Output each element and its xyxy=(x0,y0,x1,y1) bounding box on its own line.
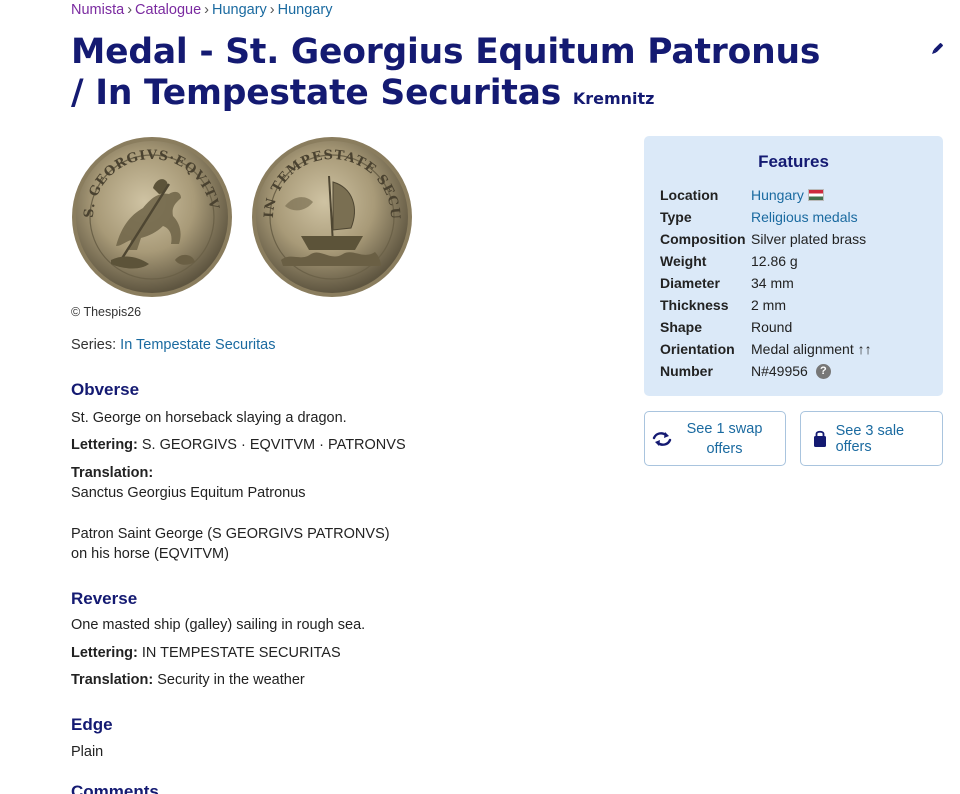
feature-key: Composition xyxy=(660,231,746,247)
feature-key: Diameter xyxy=(660,275,720,291)
breadcrumb: Numista › Catalogue › Hungary › Hungary xyxy=(71,2,332,18)
reverse-description: One masted ship (galley) sailing in roug… xyxy=(71,617,366,633)
swap-offers-line2[interactable]: offers xyxy=(706,441,742,457)
feature-row-type: Type Religious medals xyxy=(660,207,858,227)
breadcrumb-separator: › xyxy=(269,2,275,18)
edge-heading: Edge xyxy=(71,715,113,734)
feature-key: Thickness xyxy=(660,297,729,313)
reverse-lettering: Lettering: IN TEMPESTATE SECURITAS xyxy=(71,643,591,663)
obverse-note-line2: on his horse (EQVITVM) xyxy=(71,546,229,562)
breadcrumb-catalogue-link[interactable]: Catalogue xyxy=(135,2,201,18)
swap-icon xyxy=(652,429,672,449)
swap-offers-button[interactable]: See 1 swap offers xyxy=(644,411,786,466)
breadcrumb-issuer-link[interactable]: Hungary xyxy=(278,2,333,18)
feature-key: Shape xyxy=(660,319,703,335)
feature-key: Weight xyxy=(660,253,707,269)
breadcrumb-separator: › xyxy=(204,2,209,18)
coin-images: S. GEORGIVS·EQVITVM·PATRONVS IN TEMPESTA… xyxy=(71,136,416,298)
reverse-lettering-value: IN TEMPESTATE SECURITAS xyxy=(141,645,341,661)
obverse-coin-image[interactable]: S. GEORGIVS·EQVITVM·PATRONVS xyxy=(71,136,232,297)
reverse-translation-value: Security in the weather xyxy=(157,672,305,688)
feature-value-type-link[interactable]: Religious medals xyxy=(751,207,858,227)
features-heading: Features xyxy=(758,152,829,171)
edit-pen-icon[interactable] xyxy=(929,41,945,57)
feature-value-text[interactable]: Hungary xyxy=(751,185,804,205)
breadcrumb-separator: › xyxy=(127,2,133,18)
series-label: Series: xyxy=(71,337,117,353)
feature-value: 12.86 g xyxy=(751,253,798,269)
sale-offers-button[interactable]: See 3 sale offers xyxy=(800,411,943,466)
reverse-translation: Translation: Security in the weather xyxy=(71,670,591,690)
reverse-translation-label: Translation: xyxy=(71,672,154,688)
reverse-lettering-label: Lettering: xyxy=(71,645,138,661)
obverse-translation-label-text: Translation: xyxy=(71,465,154,481)
help-icon[interactable]: ? xyxy=(815,363,831,379)
feature-row-composition: Composition Silver plated brass xyxy=(660,229,866,249)
feature-value: N#49956 xyxy=(751,363,808,379)
feature-value: Round xyxy=(751,319,793,335)
feature-key: Number xyxy=(660,363,713,379)
obverse-description: St. George on horseback slaying a dragon… xyxy=(71,410,347,426)
obverse-note-line1: Patron Saint George (S GEORGIVS PATRONVS… xyxy=(71,526,390,542)
hungary-flag-icon xyxy=(807,189,824,201)
series-link[interactable]: In Tempestate Securitas xyxy=(120,337,275,353)
obverse-heading: Obverse xyxy=(71,380,140,399)
feature-value-number: N#49956 ? xyxy=(751,361,831,381)
feature-value-location[interactable]: Hungary xyxy=(751,185,824,205)
swap-offers-line1[interactable]: See 1 swap xyxy=(687,421,763,437)
series-line: Series: In Tempestate Securitas xyxy=(71,337,275,353)
reverse-heading: Reverse xyxy=(71,589,138,608)
feature-value: Medal alignment ↑↑ xyxy=(751,341,872,357)
feature-value: Silver plated brass xyxy=(751,231,867,247)
feature-row-diameter: Diameter 34 mm xyxy=(660,273,794,293)
feature-value: 34 mm xyxy=(751,275,794,291)
feature-value: 2 mm xyxy=(751,297,786,313)
feature-key: Type xyxy=(660,209,692,225)
feature-row-number: Number N#49956 ? xyxy=(660,361,831,381)
obverse-lettering: Lettering: S. GEORGIVS · EQVITVM · PATRO… xyxy=(71,435,591,455)
comments-heading: Comments xyxy=(71,782,159,794)
feature-key: Orientation xyxy=(660,341,735,357)
feature-key: Location xyxy=(660,187,719,203)
obverse-lettering-label: Lettering: xyxy=(71,437,138,453)
feature-row-weight: Weight 12.86 g xyxy=(660,251,798,271)
mint-name: Kremnitz xyxy=(572,89,655,108)
feature-row-location: Location Hungary xyxy=(660,185,824,205)
edge-value: Plain xyxy=(71,744,104,760)
swap-offers-label[interactable]: See 1 swap offers xyxy=(672,419,785,459)
feature-row-orientation: Orientation Medal alignment ↑↑ xyxy=(660,339,872,359)
page-title-text: Medal - St. Georgius Equitum Patronus / … xyxy=(71,32,821,113)
breadcrumb-country-link[interactable]: Hungary xyxy=(212,2,267,18)
image-copyright: © Thespis26 xyxy=(71,305,142,319)
feature-row-thickness: Thickness 2 mm xyxy=(660,295,786,315)
page-title: Medal - St. Georgius Equitum Patronus / … xyxy=(71,32,831,119)
breadcrumb-numista-link[interactable]: Numista xyxy=(71,2,124,18)
obverse-lettering-value: S. GEORGIVS · EQVITVM · PATRONVS xyxy=(141,437,406,453)
features-panel: Features Location Hungary Type Religious… xyxy=(644,136,943,396)
reverse-coin-image[interactable]: IN TEMPESTATE SECURITAS xyxy=(244,136,412,297)
obverse-translation-value: Sanctus Georgius Equitum Patronus xyxy=(71,485,306,501)
obverse-translation-label: Translation: xyxy=(71,463,591,483)
shopping-bag-icon xyxy=(810,429,830,449)
feature-row-shape: Shape Round xyxy=(660,317,792,337)
sale-offers-label[interactable]: See 3 sale offers xyxy=(836,423,942,455)
